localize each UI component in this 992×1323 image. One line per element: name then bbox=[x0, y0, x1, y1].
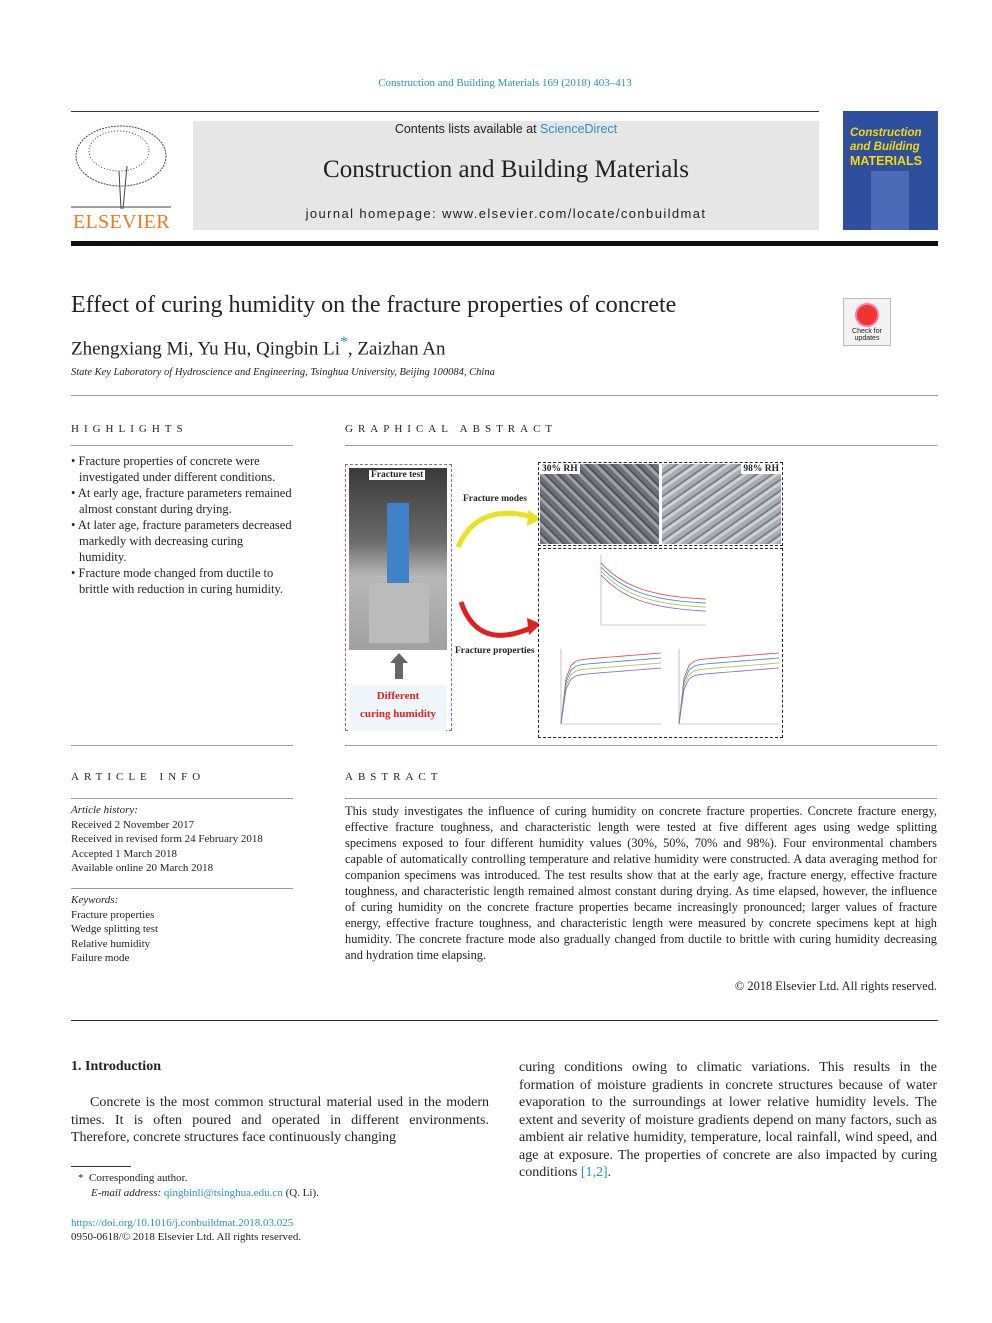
plot-axes bbox=[678, 649, 779, 725]
plot-axes bbox=[600, 555, 706, 626]
graphical-abstract-figure: Fracture test Different curing humidity … bbox=[345, 462, 785, 740]
article-info-heading: ARTICLE INFO bbox=[71, 771, 206, 783]
plot-axes bbox=[560, 649, 661, 725]
doi-link[interactable]: https://doi.org/10.1016/j.conbuildmat.20… bbox=[71, 1216, 293, 1231]
footnote-mark: * bbox=[78, 1172, 84, 1184]
history-item: Available online 20 March 2018 bbox=[71, 862, 214, 874]
keyword: Relative humidity bbox=[71, 937, 151, 950]
graphical-abstract-heading: GRAPHICAL ABSTRACT bbox=[345, 423, 558, 435]
different-label: Different bbox=[376, 690, 420, 702]
fracture-properties-panel bbox=[538, 548, 783, 738]
history-item: Accepted 1 March 2018 bbox=[71, 847, 177, 860]
highlight-item: • Fracture mode changed from ductile to … bbox=[71, 566, 284, 596]
fracture-surface-photo-98rh bbox=[662, 464, 781, 544]
history-label: Article history: bbox=[71, 804, 138, 816]
keyword: Failure mode bbox=[71, 952, 130, 964]
contents-label: Contents lists available at bbox=[394, 122, 541, 136]
sciencedirect-link[interactable]: ScienceDirect bbox=[540, 122, 617, 136]
history-item: Received 2 November 2017 bbox=[71, 818, 195, 831]
authors: Zhengxiang Mi, Yu Hu, Qingbin Li*, Zaizh… bbox=[71, 334, 446, 360]
corresponding-author-link[interactable]: * bbox=[340, 334, 348, 351]
fracture-modes-panel: 30% RH 98% RH bbox=[538, 462, 783, 546]
divider bbox=[71, 745, 293, 746]
highlights-heading: HIGHLIGHTS bbox=[71, 423, 188, 435]
keywords: Keywords: Fracture properties Wedge spli… bbox=[71, 893, 293, 966]
section-heading: 1. Introduction bbox=[71, 1059, 161, 1074]
abstract-copyright: © 2018 Elsevier Ltd. All rights reserved… bbox=[734, 979, 937, 993]
curing-humidity-label: curing humidity bbox=[359, 708, 437, 720]
divider bbox=[345, 445, 937, 446]
divider bbox=[71, 888, 293, 889]
email-link[interactable]: qingbinli@tsinghua.edu.cn bbox=[164, 1187, 283, 1199]
fracture-test-photo: Fracture test bbox=[349, 468, 447, 650]
divider bbox=[345, 798, 937, 799]
plot-series-line bbox=[678, 657, 780, 725]
divider bbox=[71, 798, 293, 799]
history-item: Received in revised form 24 February 201… bbox=[71, 833, 263, 845]
fracture-modes-label: Fracture modes bbox=[463, 494, 527, 504]
elsevier-logo-text: ELSEVIER bbox=[73, 211, 170, 233]
article-page: Construction and Building Materials 169 … bbox=[0, 0, 992, 1323]
footnote-corresponding: * Corresponding author. bbox=[78, 1171, 187, 1186]
highlights-list: • Fracture properties of concrete were i… bbox=[71, 453, 293, 597]
rh-30-label: 30% RH bbox=[540, 464, 580, 474]
header-rule bbox=[71, 241, 938, 246]
journal-name: Construction and Building Materials bbox=[323, 156, 689, 183]
cover-title: MATERIALS bbox=[850, 154, 922, 168]
author-names: Zhengxiang Mi, Yu Hu, Qingbin Li bbox=[71, 338, 340, 360]
update-badge-icon bbox=[855, 303, 879, 327]
plot-series-line bbox=[560, 657, 662, 725]
fracture-test-panel: Fracture test Different curing humidity bbox=[345, 464, 452, 731]
abstract-heading: ABSTRACT bbox=[345, 771, 443, 783]
plot-series-line bbox=[678, 652, 780, 725]
fracture-surface-photo-30rh bbox=[540, 464, 659, 544]
paragraph-text: curing conditions owing to climatic vari… bbox=[519, 1060, 937, 1180]
intro-paragraph: Concrete is the most common structural m… bbox=[71, 1095, 489, 1145]
cover-title: Construction bbox=[850, 127, 922, 139]
elsevier-tree-logo bbox=[71, 121, 171, 210]
highlight-item: • At later age, fracture parameters decr… bbox=[71, 518, 292, 564]
fracture-properties-label: Fracture properties bbox=[455, 646, 535, 656]
cycle-arrows-icon bbox=[455, 510, 541, 638]
keyword: Fracture properties bbox=[71, 908, 155, 921]
fracture-test-label: Fracture test bbox=[369, 470, 426, 480]
rh-98-label: 98% RH bbox=[741, 464, 781, 474]
plot-series-line bbox=[678, 667, 780, 725]
journal-reference-link[interactable]: Construction and Building Materials 169 … bbox=[0, 77, 992, 89]
email-label: E-mail address: bbox=[91, 1187, 162, 1199]
divider bbox=[345, 745, 937, 746]
paragraph-text: . bbox=[607, 1165, 612, 1180]
email-suffix: (Q. Li). bbox=[282, 1187, 319, 1199]
plot-series-line bbox=[560, 652, 662, 725]
footnote-text: Corresponding author. bbox=[89, 1172, 188, 1184]
divider bbox=[71, 395, 938, 396]
cover-title: and Building bbox=[850, 141, 920, 153]
author-names: , Zaizhan An bbox=[347, 338, 446, 360]
up-arrow-icon bbox=[390, 653, 408, 663]
fracture-property-plots bbox=[560, 555, 780, 725]
citation-link[interactable]: [1,2] bbox=[581, 1165, 608, 1180]
divider bbox=[71, 1020, 938, 1021]
keyword: Wedge splitting test bbox=[71, 923, 159, 935]
article-history: Article history: Received 2 November 201… bbox=[71, 803, 293, 876]
footnote-email: E-mail address: qingbinli@tsinghua.edu.c… bbox=[91, 1186, 319, 1201]
journal-cover-image[interactable]: Construction and Building MATERIALS bbox=[843, 111, 938, 230]
affiliation: State Key Laboratory of Hydroscience and… bbox=[71, 367, 495, 378]
divider bbox=[71, 445, 293, 446]
abstract-text: This study investigates the influence of… bbox=[345, 804, 937, 962]
journal-homepage[interactable]: journal homepage: www.elsevier.com/locat… bbox=[193, 206, 819, 221]
issn-copyright: 0950-0618/© 2018 Elsevier Ltd. All right… bbox=[71, 1231, 302, 1243]
highlight-item: • At early age, fracture parameters rema… bbox=[71, 486, 292, 516]
check-for-updates-button[interactable]: Check for updates bbox=[843, 298, 891, 346]
journal-banner: Contents lists available at ScienceDirec… bbox=[193, 121, 819, 230]
keywords-label: Keywords: bbox=[71, 894, 119, 906]
highlight-item: • Fracture properties of concrete were i… bbox=[71, 454, 276, 484]
plot-series-line bbox=[560, 667, 662, 725]
footnote-rule bbox=[71, 1166, 131, 1167]
intro-paragraph-continued: curing conditions owing to climatic vari… bbox=[519, 1059, 937, 1182]
divider bbox=[71, 111, 819, 112]
article-title: Effect of curing humidity on the fractur… bbox=[71, 292, 677, 318]
check-updates-label: Check for updates bbox=[852, 328, 882, 342]
